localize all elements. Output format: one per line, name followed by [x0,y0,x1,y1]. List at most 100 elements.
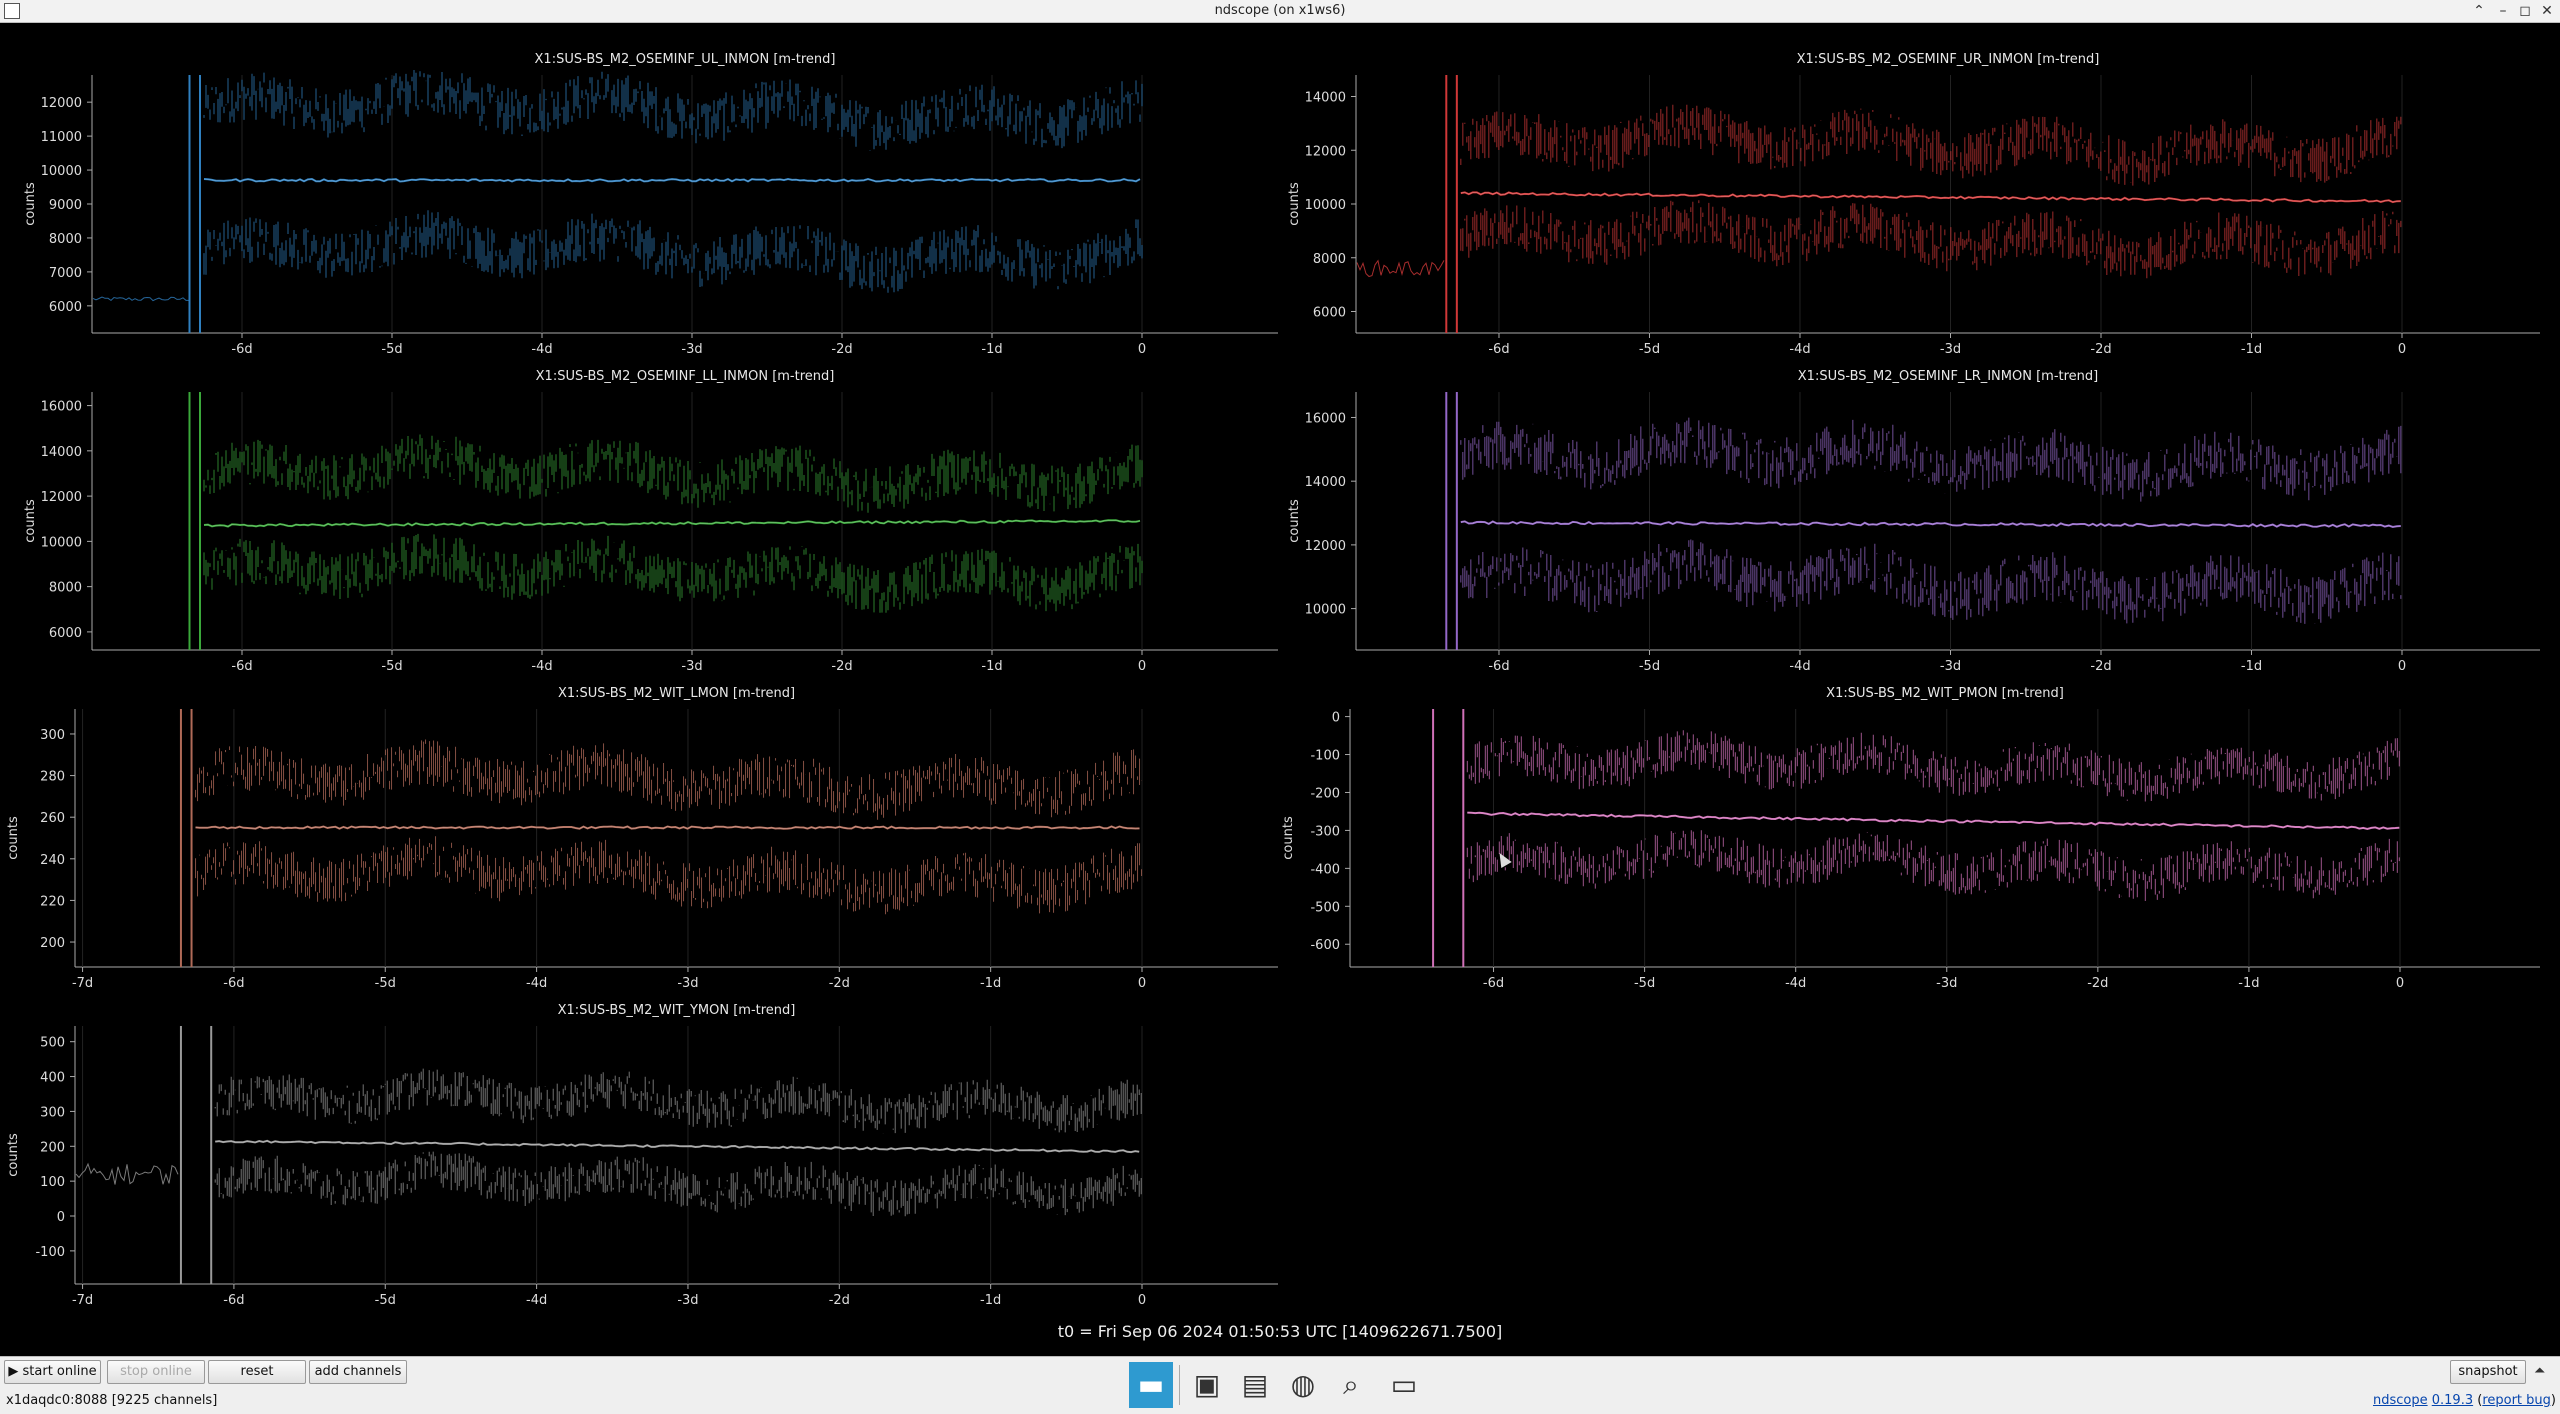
x-tick-label: -2d [829,976,850,991]
axis-y-label: counts [1287,499,1302,543]
y-tick-label: 16000 [41,400,82,415]
report-bug-link[interactable]: report bug [2482,1393,2551,1408]
x-tick-label: -1d [2241,659,2262,674]
x-tick-label: -3d [1940,659,1961,674]
x-tick-label: -1d [981,659,1002,674]
series-mean-trace [1460,520,2401,529]
y-tick-label: 200 [40,936,65,951]
plot-title: X1:SUS-BS_M2_WIT_PMON [m-trend] [1826,686,2064,701]
y-tick-label: 16000 [1305,411,1346,426]
series-pre-trace [1356,259,1445,278]
axis-y-label: counts [6,1133,21,1177]
x-tick-label: -1d [980,976,1001,991]
search-icon[interactable]: ⌕ [1329,1362,1373,1408]
x-tick-label: -3d [1940,342,1961,357]
x-tick-label: -4d [1789,659,1810,674]
terminal-icon[interactable]: ▣ [1185,1362,1229,1408]
x-tick-label: -4d [531,659,552,674]
series-max-trace [195,739,1143,820]
y-tick-label: 10000 [41,535,82,550]
version-info: ndscope 0.19.3 (report bug) [2372,1393,2556,1408]
y-tick-label: 12000 [41,490,82,505]
status-text: x1daqdc0:8088 [9225 channels] [6,1393,218,1408]
y-tick-label: 8000 [1313,252,1346,267]
y-tick-label: 260 [40,811,65,826]
plot-title: X1:SUS-BS_M2_WIT_YMON [m-trend] [558,1003,796,1018]
axis-y-label: counts [23,182,38,226]
series-min-trace [203,533,1143,613]
notes-icon[interactable]: ▤ [1233,1362,1277,1408]
y-tick-label: 400 [40,1071,65,1086]
y-tick-label: 500 [40,1036,65,1051]
y-tick-label: 8000 [49,232,82,247]
x-tick-label: -5d [381,659,402,674]
x-tick-label: -6d [1488,342,1509,357]
control-bar: ▶ start online stop online reset add cha… [0,1356,2560,1414]
series-min-trace [195,836,1143,915]
x-tick-label: -2d [2087,976,2108,991]
series-min-trace [1460,539,2402,624]
x-tick-label: -1d [2241,342,2262,357]
x-tick-label: -6d [231,659,252,674]
start-online-button[interactable]: ▶ start online [4,1360,101,1384]
x-tick-label: 0 [1138,659,1146,674]
x-tick-label: -4d [1785,976,1806,991]
y-tick-label: 240 [40,853,65,868]
y-tick-label: 6000 [1313,306,1346,321]
axis-y-label: counts [6,816,21,860]
x-tick-label: -1d [981,342,1002,357]
chevron-up-icon[interactable]: ⏶ [2534,1363,2545,1379]
x-tick-label: -3d [681,342,702,357]
x-tick-label: -1d [2238,976,2259,991]
y-tick-label: 6000 [49,300,82,315]
y-tick-label: 10000 [1305,198,1346,213]
x-tick-label: 0 [1138,976,1146,991]
y-tick-label: 11000 [41,130,82,145]
series-pre-trace [75,1162,179,1185]
series-min-trace [203,210,1143,293]
y-tick-label: 0 [1332,711,1340,726]
snapshot-button[interactable]: snapshot [2450,1360,2526,1384]
app-icon[interactable]: ▬ [1129,1362,1173,1408]
plot-grid[interactable]: X1:SUS-BS_M2_OSEMINF_UL_INMON [m-trend] c… [0,0,2560,1340]
axis-y-label: counts [1281,816,1296,860]
plot-title: X1:SUS-BS_M2_OSEMINF_UR_INMON [m-trend] [1797,52,2100,67]
app-link[interactable]: ndscope [2373,1393,2428,1408]
reset-button[interactable]: reset [208,1360,306,1384]
x-tick-label: -6d [223,1293,244,1308]
series-min-trace [214,1151,1142,1217]
folder-icon[interactable]: ▭ [1382,1362,1426,1408]
x-tick-label: -6d [1483,976,1504,991]
y-tick-label: 100 [40,1175,65,1190]
series-min-trace [1460,200,2402,279]
x-tick-label: 0 [2398,659,2406,674]
y-tick-label: -100 [1310,749,1340,764]
series-max-trace [1466,730,2400,802]
axis-y-label: counts [23,499,38,543]
x-tick-label: -6d [231,342,252,357]
browser-icon[interactable]: ◍ [1281,1362,1325,1408]
y-tick-label: 8000 [49,581,82,596]
y-tick-label: 9000 [49,198,82,213]
x-tick-label: 0 [2396,976,2404,991]
y-tick-label: -100 [35,1245,65,1260]
y-tick-label: -500 [1310,900,1340,915]
series-min-trace [1466,830,2400,901]
y-tick-label: 12000 [41,96,82,111]
y-tick-label: -300 [1310,824,1340,839]
x-tick-label: -1d [980,1293,1001,1308]
y-tick-label: 14000 [1305,91,1346,106]
y-tick-label: 12000 [1305,144,1346,159]
x-tick-label: -2d [831,659,852,674]
x-tick-label: -3d [681,659,702,674]
version-link[interactable]: 0.19.3 [2432,1393,2473,1408]
x-tick-label: -7d [72,1293,93,1308]
x-tick-label: 0 [1138,1293,1146,1308]
y-tick-label: 14000 [41,445,82,460]
stop-online-button[interactable]: stop online [107,1360,205,1384]
x-tick-label: -4d [526,976,547,991]
x-tick-label: -5d [375,976,396,991]
y-tick-label: -600 [1310,938,1340,953]
y-tick-label: 10000 [1305,603,1346,618]
add-channels-button[interactable]: add channels [309,1360,407,1384]
